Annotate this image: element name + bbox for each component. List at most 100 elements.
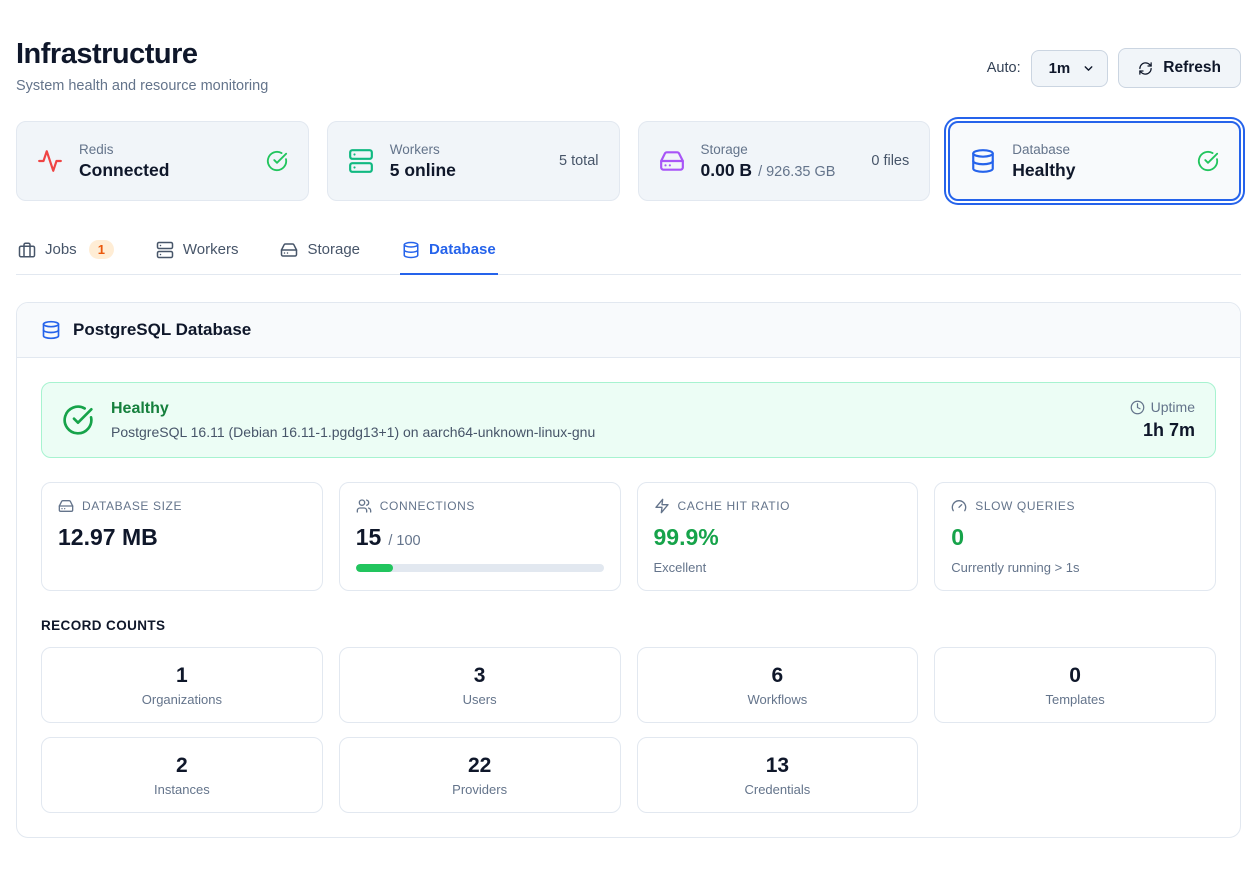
check-circle-icon (266, 150, 288, 172)
record-count-label: Workflows (748, 692, 808, 707)
server-icon (348, 148, 374, 174)
tab-label: Storage (307, 241, 360, 258)
record-count-value: 13 (766, 754, 789, 778)
tab-label: Database (429, 241, 496, 258)
infrastructure-page: Infrastructure System health and resourc… (0, 0, 1257, 854)
record-count-label: Providers (452, 782, 507, 797)
status-card-database[interactable]: Database Healthy (948, 121, 1241, 201)
page-subtitle: System health and resource monitoring (16, 78, 268, 94)
metric-value: 0 (951, 524, 964, 551)
tab-bar: Jobs 1 Workers Storage Database (16, 232, 1241, 275)
record-count-label: Users (463, 692, 497, 707)
refresh-button-label: Refresh (1163, 59, 1221, 77)
metric-card-database-size: DATABASE SIZE 12.97 MB (41, 482, 323, 591)
status-cards: Redis Connected Workers 5 online 5 total… (16, 121, 1241, 201)
metric-label: DATABASE SIZE (82, 499, 182, 513)
status-card-label: Workers (390, 142, 543, 157)
metric-card-connections: CONNECTIONS 15 / 100 (339, 482, 621, 591)
metric-label: CACHE HIT RATIO (678, 499, 791, 513)
tab-jobs[interactable]: Jobs 1 (16, 232, 116, 275)
tab-workers[interactable]: Workers (154, 232, 241, 275)
status-card-value: 0.00 B/ 926.35 GB (701, 160, 856, 181)
auto-refresh-label: Auto: (987, 60, 1021, 76)
health-status: Healthy (111, 400, 1113, 418)
refresh-controls: Auto: 1m Refresh (987, 48, 1241, 88)
record-count-value: 22 (468, 754, 491, 778)
record-count-cards: 1 Organizations 3 Users 6 Workflows 0 Te… (41, 647, 1216, 813)
status-card-meta: 5 total (559, 153, 599, 169)
record-count-card-providers: 22 Providers (339, 737, 621, 813)
tab-label: Workers (183, 241, 239, 258)
auto-interval-select[interactable]: 1m (1031, 50, 1109, 87)
status-card-value: Connected (79, 160, 250, 181)
status-card-redis[interactable]: Redis Connected (16, 121, 309, 201)
page-title: Infrastructure (16, 38, 268, 71)
database-icon (970, 148, 996, 174)
record-count-label: Templates (1046, 692, 1105, 707)
status-card-meta: 0 files (871, 153, 909, 169)
refresh-button[interactable]: Refresh (1118, 48, 1241, 88)
status-card-label: Storage (701, 142, 856, 157)
status-card-value: 5 online (390, 160, 543, 181)
record-count-value: 2 (176, 754, 188, 778)
metric-label: CONNECTIONS (380, 499, 475, 513)
health-banner: Healthy PostgreSQL 16.11 (Debian 16.11-1… (41, 382, 1216, 458)
metric-cards: DATABASE SIZE 12.97 MB CONNECTIONS 15 / … (41, 482, 1216, 591)
record-count-label: Organizations (142, 692, 222, 707)
metric-subtext: Currently running > 1s (951, 560, 1199, 575)
chevron-down-icon (1082, 62, 1095, 75)
record-count-label: Credentials (744, 782, 810, 797)
metric-value: 99.9% (654, 524, 719, 551)
metric-card-cache-hit-ratio: CACHE HIT RATIO 99.9% Excellent (637, 482, 919, 591)
database-version: PostgreSQL 16.11 (Debian 16.11-1.pgdg13+… (111, 424, 1113, 440)
record-count-card-credentials: 13 Credentials (637, 737, 919, 813)
panel-header: PostgreSQL Database (17, 303, 1240, 358)
tab-storage[interactable]: Storage (278, 232, 362, 275)
tab-database[interactable]: Database (400, 232, 498, 275)
panel-title: PostgreSQL Database (73, 320, 251, 340)
status-card-value: Healthy (1012, 160, 1181, 181)
briefcase-icon (18, 241, 36, 259)
tab-label: Jobs (45, 241, 77, 258)
uptime: Uptime 1h 7m (1130, 399, 1195, 441)
page-header: Infrastructure System health and resourc… (16, 38, 1241, 94)
progress-bar-fill (356, 564, 393, 572)
users-icon (356, 498, 372, 514)
record-count-value: 1 (176, 664, 188, 688)
status-card-workers[interactable]: Workers 5 online 5 total (327, 121, 620, 201)
page-title-block: Infrastructure System health and resourc… (16, 38, 268, 94)
activity-icon (37, 148, 63, 174)
panel-body: Healthy PostgreSQL 16.11 (Debian 16.11-1… (17, 358, 1240, 837)
record-count-card-instances: 2 Instances (41, 737, 323, 813)
record-count-label: Instances (154, 782, 210, 797)
gauge-icon (951, 498, 967, 514)
status-card-storage[interactable]: Storage 0.00 B/ 926.35 GB 0 files (638, 121, 931, 201)
auto-interval-value: 1m (1049, 60, 1071, 77)
server-icon (156, 241, 174, 259)
uptime-value: 1h 7m (1130, 420, 1195, 441)
status-card-label: Redis (79, 142, 250, 157)
metric-value-suffix: / 100 (388, 533, 420, 549)
status-card-label: Database (1012, 142, 1181, 157)
record-count-value: 6 (772, 664, 784, 688)
metric-card-slow-queries: SLOW QUERIES 0 Currently running > 1s (934, 482, 1216, 591)
metric-value: 15 (356, 524, 382, 551)
record-count-card-workflows: 6 Workflows (637, 647, 919, 723)
record-count-card-templates: 0 Templates (934, 647, 1216, 723)
metric-subtext: Excellent (654, 560, 902, 575)
check-circle-icon (1197, 150, 1219, 172)
hard-drive-icon (58, 498, 74, 514)
refresh-icon (1138, 61, 1153, 76)
record-counts-title: RECORD COUNTS (41, 618, 1216, 633)
record-count-value: 3 (474, 664, 486, 688)
hard-drive-icon (659, 148, 685, 174)
tab-badge: 1 (89, 240, 114, 259)
database-icon (41, 320, 61, 340)
health-text: Healthy PostgreSQL 16.11 (Debian 16.11-1… (111, 400, 1113, 440)
record-count-card-users: 3 Users (339, 647, 621, 723)
record-count-value: 0 (1069, 664, 1081, 688)
metric-value: 12.97 MB (58, 524, 158, 551)
clock-icon (1130, 400, 1145, 415)
metric-label: SLOW QUERIES (975, 499, 1075, 513)
check-circle-icon (62, 404, 94, 436)
